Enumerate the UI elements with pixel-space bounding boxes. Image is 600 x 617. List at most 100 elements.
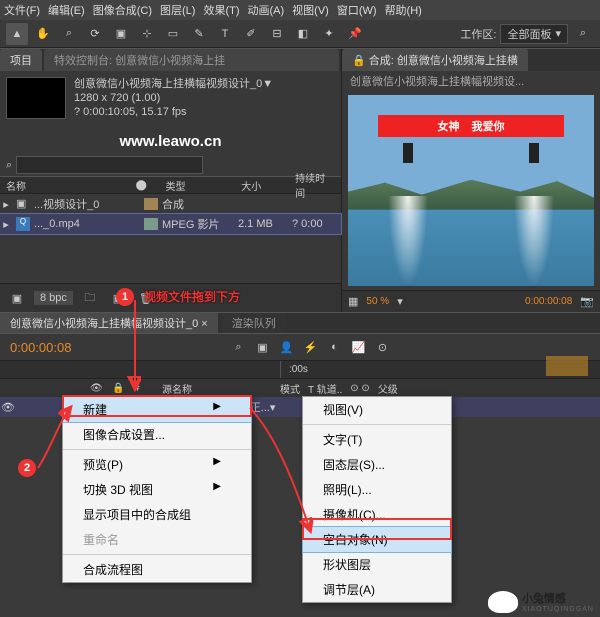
bpc-button[interactable]: 8 bpc [34,291,73,305]
ctx-new-text[interactable]: 文字(T) [303,427,451,452]
ctx-new-camera[interactable]: 摄像机(C)... [303,502,451,527]
menu-view[interactable]: 视图(V) [292,2,329,18]
tool-stamp[interactable]: ⊟ [266,23,288,45]
tool-pen[interactable]: ✎ [188,23,210,45]
menu-anim[interactable]: 动画(A) [248,2,285,18]
ctx-new-view[interactable]: 视图(V) [303,397,451,422]
project-columns: 名称 ⬤ 类型 大小 持续时间 [0,176,341,194]
tab-project[interactable]: 项目 [0,49,42,71]
ctx-preview[interactable]: 预览(P)▶ [63,452,251,477]
tool-rotate[interactable]: ⟳ [84,23,106,45]
graph-icon[interactable]: 📈 [347,336,369,358]
context-menu-new: 视图(V) 文字(T) 固态层(S)... 照明(L)... 摄像机(C)...… [302,396,452,603]
annotation-text-1: 视频文件拖到下方 [144,288,240,305]
ctx-new[interactable]: 新建▶ [63,397,251,422]
project-row-video[interactable]: ▸ Q ..._0.mp4 MPEG 影片 2.1 MB ? 0:00 [0,214,341,234]
watermark: www.leawo.cn [0,125,341,154]
search-icon[interactable]: ⌕ [227,336,249,358]
col-label-icon[interactable]: ⬤ [136,180,147,191]
tool-zoom[interactable]: ⌕ [58,23,80,45]
comp-info: 创意微信小视频海上挂横幅视频设计_0▼ 1280 x 720 (1.00) ? … [74,77,273,119]
context-menu-main: 新建▶ 图像合成设置... 预览(P)▶ 切换 3D 视图▶ 显示项目中的合成组… [62,396,252,583]
menu-window[interactable]: 窗口(W) [337,2,377,18]
menu-help[interactable]: 帮助(H) [385,2,422,18]
col-name[interactable]: 名称 [0,178,130,193]
search-icon[interactable]: ⌕ [6,159,12,172]
interpret-icon[interactable]: ▣ [6,287,28,309]
work-area-bar[interactable] [546,356,588,376]
timeline-tab-label: 创意微信小视频海上挂横幅视频设计_0 [10,318,198,330]
col-type[interactable]: 类型 [160,178,236,193]
col-size[interactable]: 大小 [235,178,289,193]
timeline-tab-comp[interactable]: 创意微信小视频海上挂横幅视频设计_0 × [0,313,218,333]
banner-overlay: 女神 我爱你 [378,115,564,137]
eye-header-icon: 👁 [90,383,104,394]
ctx-new-null[interactable]: 空白对象(N) [303,527,451,552]
project-row-comp[interactable]: ▸ ▣ ...视频设计_0 合成 [0,194,341,214]
shy-icon[interactable]: 👤 [275,336,297,358]
timeline-tab-render[interactable]: 渲染队列 [222,313,286,333]
comp-res: 1280 x 720 (1.00) [74,91,273,105]
viewer-canvas[interactable]: 女神 我爱你 [348,95,594,286]
tool-text[interactable]: T [214,23,236,45]
col-mode[interactable]: 模式 [280,381,300,396]
tool-camera[interactable]: ▣ [110,23,132,45]
menu-comp[interactable]: 图像合成(C) [93,2,152,18]
tab-comp-viewer[interactable]: 🔒 合成: 创意微信小视频海上挂横 [342,49,528,71]
row-name: ..._0.mp4 [34,218,144,230]
ctx-flowchart[interactable]: 合成流程图 [63,557,251,582]
col-source[interactable]: 源名称 [162,381,272,396]
menu-file[interactable]: 文件(F) [4,2,40,18]
ctx-new-shape[interactable]: 形状图层 [303,552,451,577]
comp-dur: ? 0:00:10:05, 15.17 fps [74,105,273,119]
chevron-down-icon: ▾ [555,27,561,40]
fx-icon[interactable]: ⚡ [299,336,321,358]
snapshot-icon[interactable]: 📷 [580,295,594,308]
tool-hand[interactable]: ✋ [32,23,54,45]
ctx-new-adjust[interactable]: 调节层(A) [303,577,451,602]
tool-roto[interactable]: ✦ [318,23,340,45]
menu-edit[interactable]: 编辑(E) [48,2,85,18]
chevron-down-icon[interactable]: ▾ [397,295,403,308]
viewer-panel: 🔒 合成: 创意微信小视频海上挂横 创意微信小视频海上挂横幅视频设... 女神 … [342,49,600,312]
ctx-new-light[interactable]: 照明(L)... [303,477,451,502]
menu-layer[interactable]: 图层(L) [160,2,195,18]
eye-icon[interactable]: 👁 [0,401,16,414]
viewer-breadcrumb[interactable]: 创意微信小视频海上挂横幅视频设... [342,71,600,91]
tab-effect-controls[interactable]: 特效控制台: 创意微信小视频海上挂 [44,49,339,71]
comp-mini-icon[interactable]: ▣ [251,336,273,358]
col-parent[interactable]: 父级 [378,381,398,396]
menu-bar: 文件(F) 编辑(E) 图像合成(C) 图层(L) 效果(T) 动画(A) 视图… [0,0,600,20]
zoom-value[interactable]: 50 % [366,296,389,307]
tool-pin[interactable]: 📌 [344,23,366,45]
brain-icon[interactable]: ⊙ [371,336,393,358]
workspace-label: 工作区: [460,26,496,42]
workspace-combo[interactable]: 全部面板 ▾ [500,24,568,44]
motion-blur-icon[interactable]: ◐ [323,336,345,358]
col-trkmat[interactable]: T 轨道.. [308,381,342,396]
tool-brush[interactable]: ✐ [240,23,262,45]
tool-eraser[interactable]: ◧ [292,23,314,45]
search-icon[interactable]: ⌕ [572,23,594,45]
ctx-new-solid[interactable]: 固态层(S)... [303,452,451,477]
menu-effect[interactable]: 效果(T) [203,2,239,18]
project-panel: 项目 特效控制台: 创意微信小视频海上挂 创意微信小视频海上挂横幅视频设计_0▼… [0,49,342,312]
ctx-switch-3d[interactable]: 切换 3D 视图▶ [63,477,251,502]
label-swatch [144,198,158,210]
timeline-ruler[interactable]: :00s [0,361,600,379]
tool-rect[interactable]: ▭ [162,23,184,45]
timeline-timecode[interactable]: 0:00:00:08 [0,340,81,355]
tool-anchor[interactable]: ⊹ [136,23,158,45]
viewer-time[interactable]: 0:00:00:08 [525,296,572,307]
video-icon: Q [16,217,30,231]
ctx-show-comp[interactable]: 显示项目中的合成组 [63,502,251,527]
grid-icon[interactable]: ▦ [348,295,358,308]
timeline-columns: 👁 🔒 # 源名称 模式 T 轨道.. ⊙ ⊙ 父级 [0,379,600,397]
banner-text-left: 女神 [438,118,460,134]
layer-mode[interactable]: 正... [250,399,270,415]
project-search-input[interactable] [16,156,203,174]
row-dur: ? 0:00 [292,218,323,230]
new-folder-icon[interactable]: 🗀 [79,287,101,309]
tool-selection[interactable]: ▲ [6,23,28,45]
ctx-comp-settings[interactable]: 图像合成设置... [63,422,251,447]
